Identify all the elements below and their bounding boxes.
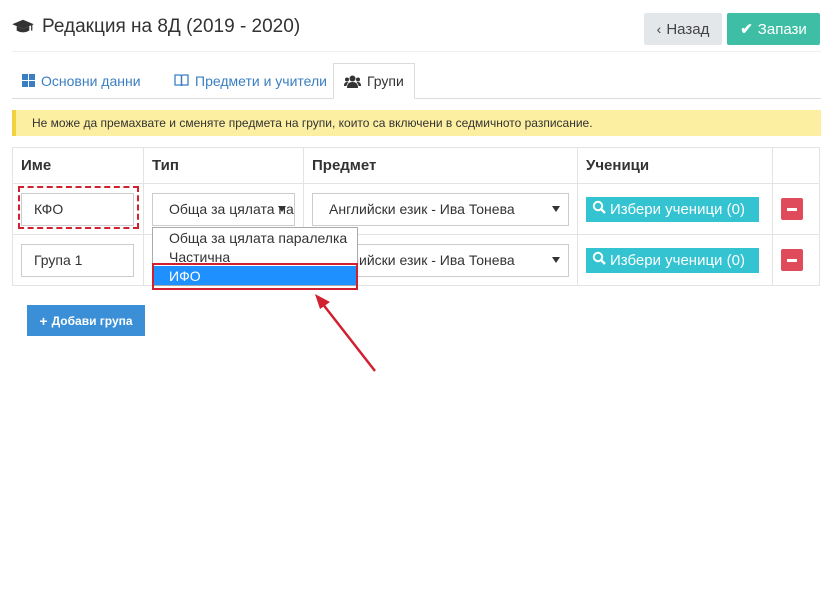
annotation-arrow	[315, 294, 376, 372]
